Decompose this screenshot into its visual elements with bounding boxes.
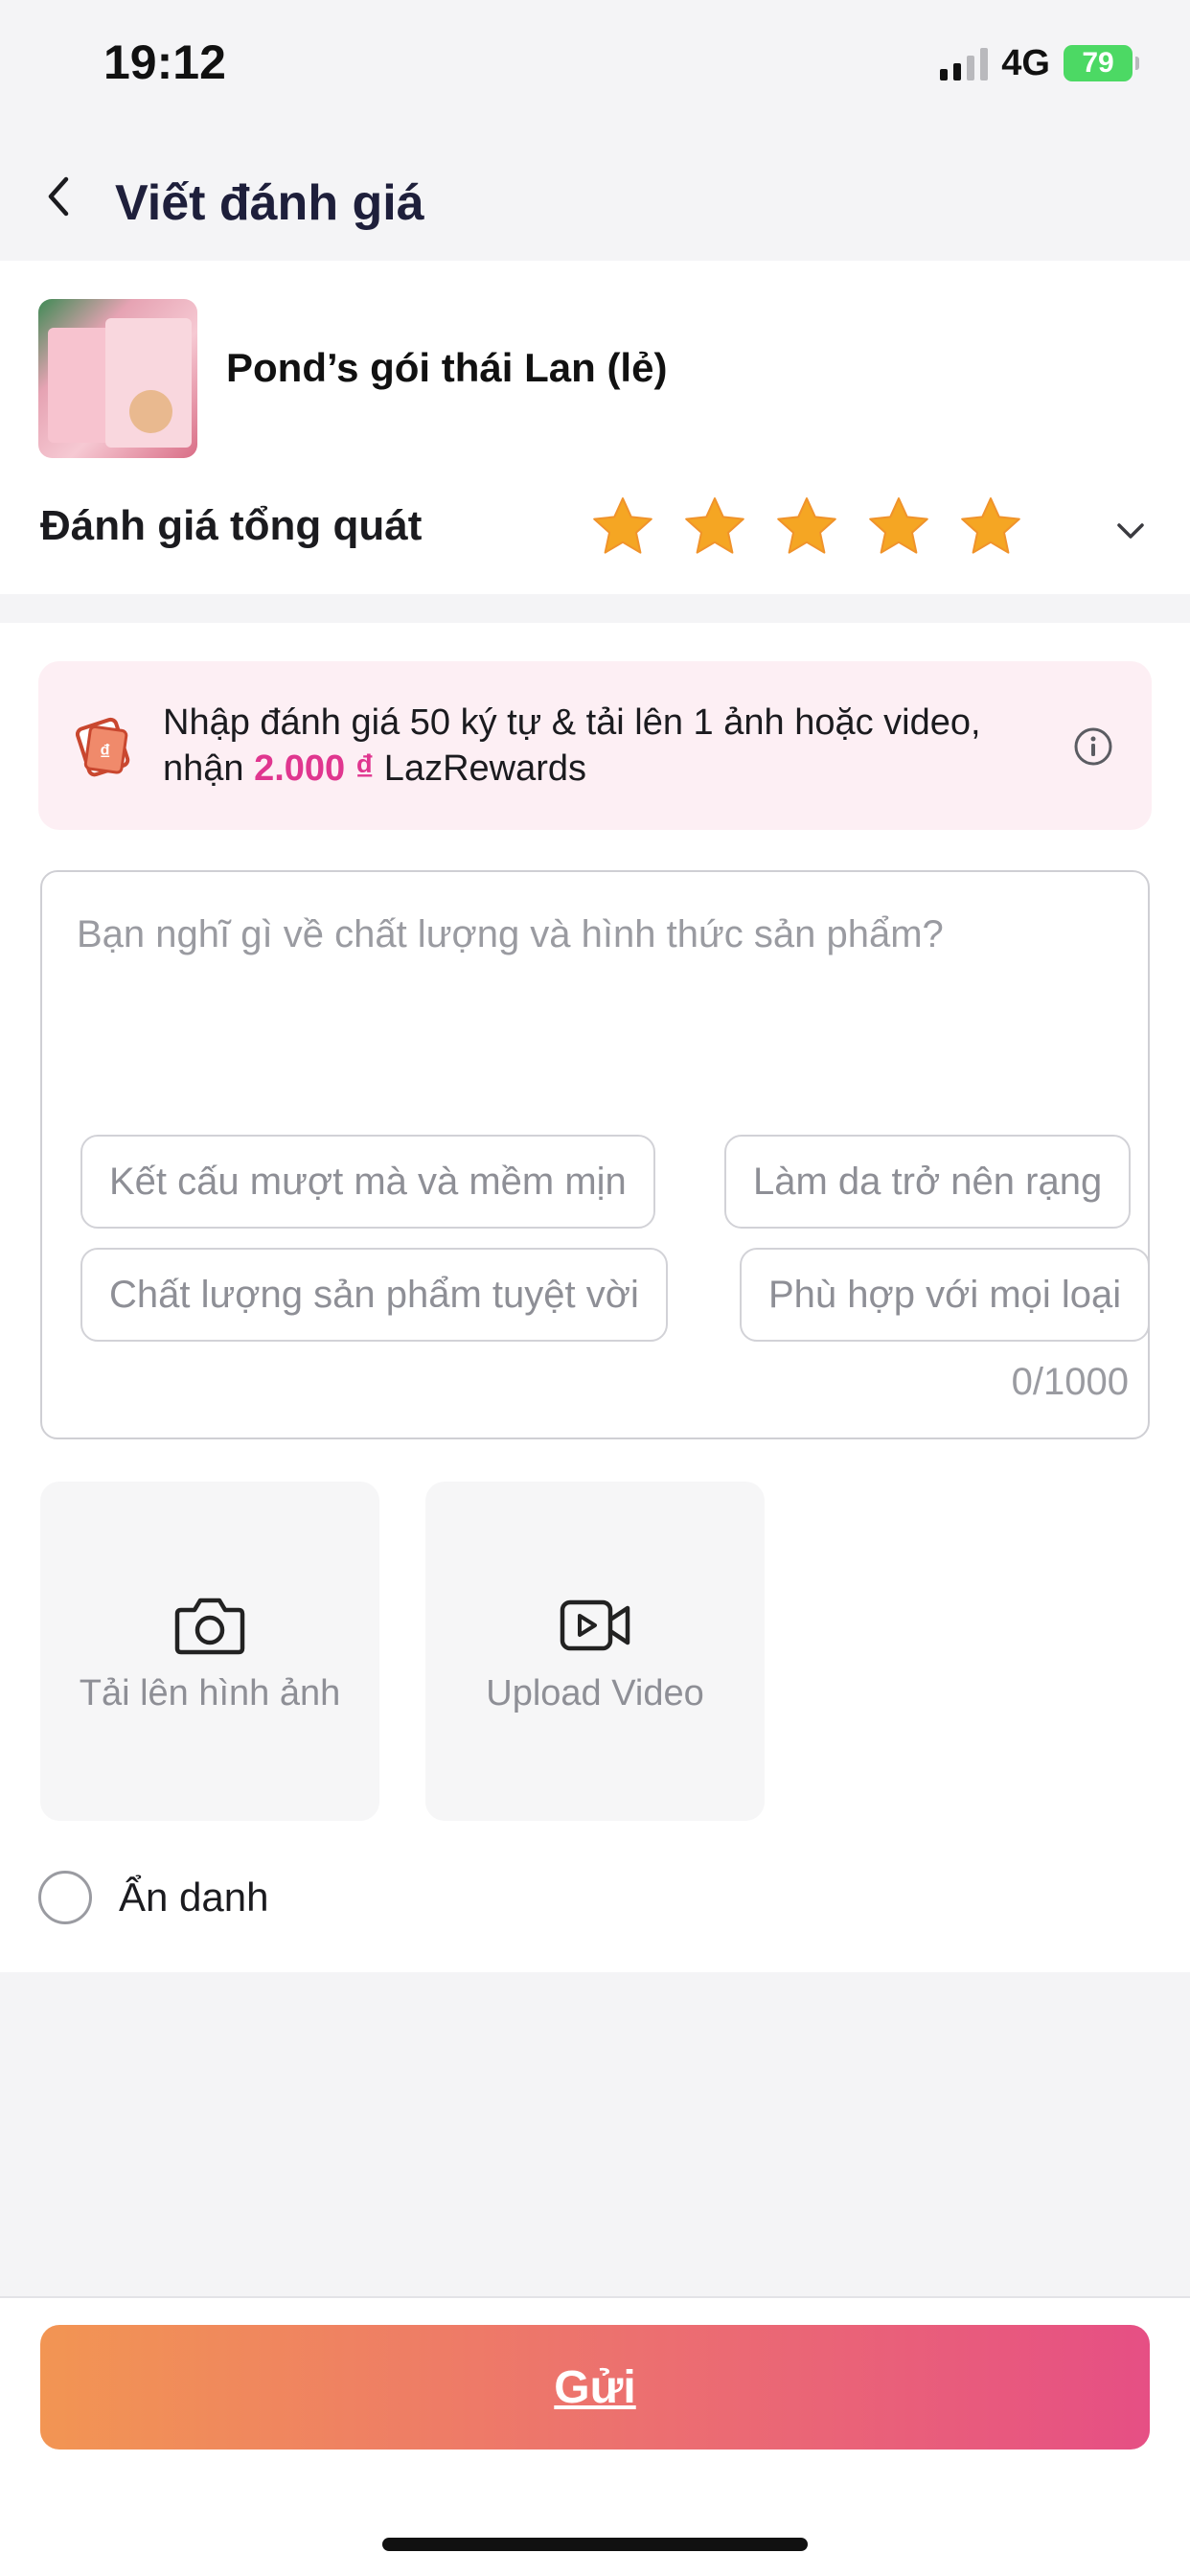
status-time: 19:12 [103,35,226,89]
status-indicators: 4G 79 [940,42,1139,84]
coupon-icon: ₫ [75,717,130,777]
home-indicator [382,2538,808,2551]
star-icon[interactable] [774,494,839,560]
svg-text:₫: ₫ [100,740,110,764]
promo-text-after: LazRewards [374,748,587,789]
upload-video-button[interactable]: Upload Video [425,1482,765,1821]
chevron-left-icon [48,176,69,217]
page-title: Viết đánh giá [115,175,424,231]
anonymous-option[interactable]: Ẩn danh [38,1871,268,1924]
chevron-down-icon[interactable] [1111,512,1150,550]
upload-photo-label: Tải lên hình ảnh [79,1673,341,1714]
upload-video-label: Upload Video [486,1673,704,1714]
anonymous-label: Ẩn danh [119,1874,269,1920]
camera-icon [174,1598,245,1655]
promo-amount: 2.000 ₫ [254,748,375,789]
rating-stars[interactable] [590,494,1023,560]
review-input[interactable] [77,891,1111,978]
promo-text: Nhập đánh giá 50 ký tự & tải lên 1 ảnh h… [163,700,1025,792]
video-camera-icon [560,1599,630,1651]
product-name: Pond’s gói thái Lan (lẻ) [226,345,668,390]
product-card: Pond’s gói thái Lan (lẻ) Đánh giá tổng q… [0,261,1190,594]
battery-level: 79 [1082,47,1114,79]
star-icon[interactable] [866,494,931,560]
info-icon[interactable] [1073,726,1113,767]
star-icon[interactable] [590,494,655,560]
review-form: ₫ Nhập đánh giá 50 ký tự & tải lên 1 ảnh… [0,623,1190,1972]
status-bar: 19:12 4G 79 [0,0,1190,134]
upload-photo-button[interactable]: Tải lên hình ảnh [40,1482,379,1821]
overall-rating-label: Đánh giá tổng quát [40,502,423,549]
battery-icon: 79 [1064,45,1139,81]
suggestion-chip[interactable]: Chất lượng sản phẩm tuyệt vời [80,1248,668,1342]
signal-icon [940,46,989,80]
network-type: 4G [1001,42,1050,83]
star-icon[interactable] [682,494,747,560]
back-button[interactable] [34,172,82,220]
suggestion-chip[interactable]: Phù hợp với mọi loại [740,1248,1148,1342]
anonymous-radio[interactable] [38,1871,92,1924]
header: Viết đánh giá [0,134,1190,259]
promo-banner: ₫ Nhập đánh giá 50 ký tự & tải lên 1 ảnh… [38,661,1152,830]
submit-button[interactable]: Gửi [40,2325,1150,2450]
suggestion-chip[interactable]: Làm da trở nên rạng [724,1135,1132,1229]
character-counter: 0/1000 [1011,1361,1129,1403]
bottom-bar: Gửi [0,2296,1190,2576]
product-thumbnail[interactable] [38,299,197,458]
review-box: Kết cấu mượt mà và mềm mịn Làm da trở nê… [40,870,1150,1439]
suggestion-chip[interactable]: Kết cấu mượt mà và mềm mịn [80,1135,655,1229]
star-icon[interactable] [958,494,1023,560]
